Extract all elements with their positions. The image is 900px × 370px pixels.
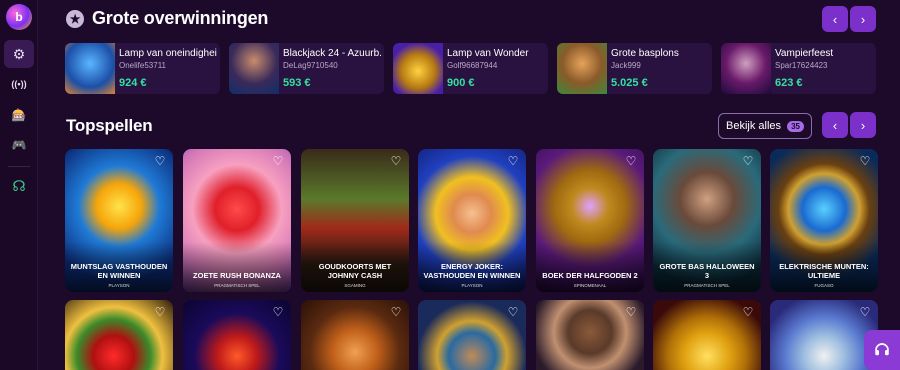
chevron-left-icon: ‹ <box>832 117 838 133</box>
game-tile[interactable]: ♡ <box>301 300 409 370</box>
win-username: Spar17624423 <box>775 61 828 70</box>
game-title: GROTE BAS HALLOWEEN 3 <box>659 262 755 280</box>
games-count-badge: 35 <box>787 120 804 132</box>
slot-machine-icon: 🎰 <box>11 108 27 122</box>
broadcast-icon: ((•)) <box>11 79 27 89</box>
big-wins-header: ★ Grote overwinningen <box>66 8 268 29</box>
win-card[interactable]: Grote basplons Jack999 5.025 € <box>557 43 712 94</box>
favorite-heart-icon[interactable]: ♡ <box>153 154 167 168</box>
game-title: ELEKTRISCHE MUNTEN: ULTIEME <box>779 262 869 280</box>
game-tile[interactable]: ♡ <box>536 300 644 370</box>
win-amount: 623 € <box>775 77 803 89</box>
game-tile[interactable]: ♡ <box>183 300 291 370</box>
wins-prev-button[interactable]: ‹ <box>822 6 848 32</box>
favorite-heart-icon[interactable]: ♡ <box>624 305 638 319</box>
game-title: MUNTSLAG VASTHOUDEN EN WINNEN <box>70 262 168 280</box>
view-all-button[interactable]: Bekijk alles 35 <box>718 113 812 139</box>
game-thumbnail <box>65 43 115 94</box>
game-tile[interactable]: ♡ ZOETE RUSH BONANZA PRAGMATISCH SPEL <box>183 149 291 292</box>
game-provider: PLAYSON <box>108 283 130 288</box>
support-nav-button[interactable]: ☊ <box>4 172 34 200</box>
game-title: ENERGY JOKER: VASTHOUDEN EN WINNEN <box>423 262 521 280</box>
game-tile[interactable]: ♡ <box>65 300 173 370</box>
win-card[interactable]: Lamp van oneindigheid Onelife53711 924 € <box>65 43 220 94</box>
favorite-heart-icon[interactable]: ♡ <box>271 305 285 319</box>
favorite-heart-icon[interactable]: ♡ <box>858 305 872 319</box>
game-thumbnail <box>229 43 279 94</box>
top-games-title: Topspellen <box>66 116 153 135</box>
favorite-heart-icon[interactable]: ♡ <box>741 305 755 319</box>
game-tile[interactable]: ♡ ENERGY JOKER: VASTHOUDEN EN WINNEN PLA… <box>418 149 526 292</box>
view-all-label: Bekijk alles <box>726 120 782 132</box>
live-support-button[interactable] <box>864 330 900 370</box>
win-amount: 593 € <box>283 77 311 89</box>
win-game-name: Lamp van oneindigheid <box>119 48 217 59</box>
game-tile[interactable]: ♡ ELEKTRISCHE MUNTEN: ULTIEME FUGASO <box>770 149 878 292</box>
win-amount: 5.025 € <box>611 77 648 89</box>
favorite-heart-icon[interactable]: ♡ <box>389 154 403 168</box>
favorite-heart-icon[interactable]: ♡ <box>389 305 403 319</box>
favorite-heart-icon[interactable]: ♡ <box>271 154 285 168</box>
win-game-name: Blackjack 24 - Azuurb... <box>283 48 381 59</box>
logo-text: b <box>15 10 23 24</box>
headset-icon <box>875 343 889 356</box>
settings-nav-button[interactable]: ⚙ <box>4 40 34 68</box>
win-username: Golf96687944 <box>447 61 498 70</box>
chevron-left-icon: ‹ <box>832 11 838 27</box>
favorite-heart-icon[interactable]: ♡ <box>741 154 755 168</box>
live-nav-button[interactable]: ((•)) <box>4 70 34 98</box>
game-provider: PRAGMATISCH SPEL <box>684 283 730 288</box>
sidebar-divider <box>8 166 30 167</box>
win-amount: 924 € <box>119 77 147 89</box>
game-thumbnail <box>557 43 607 94</box>
game-provider: FUGASO <box>814 283 834 288</box>
slots-nav-button[interactable]: 🎰 <box>4 101 34 129</box>
chevron-right-icon: › <box>860 117 866 133</box>
top-prev-button[interactable]: ‹ <box>822 112 848 138</box>
games-nav-button[interactable]: 🎮 <box>4 131 34 159</box>
gear-icon: ⚙ <box>12 45 26 62</box>
game-tile[interactable]: ♡ <box>418 300 526 370</box>
win-username: DeLag9710540 <box>283 61 338 70</box>
game-title: GOUDKOORTS MET JOHNNY CASH <box>318 262 392 280</box>
sidebar: b ⚙ ((•)) 🎰 🎮 ☊ <box>0 0 38 370</box>
game-tile[interactable]: ♡ <box>653 300 761 370</box>
win-card[interactable]: Vampierfeest Spar17624423 623 € <box>721 43 876 94</box>
game-title: ZOETE RUSH BONANZA <box>193 271 281 280</box>
win-amount: 900 € <box>447 77 475 89</box>
favorite-heart-icon[interactable]: ♡ <box>506 154 520 168</box>
game-tile[interactable]: ♡ MUNTSLAG VASTHOUDEN EN WINNEN PLAYSON <box>65 149 173 292</box>
favorite-heart-icon[interactable]: ♡ <box>153 305 167 319</box>
win-game-name: Vampierfeest <box>775 48 834 59</box>
win-game-name: Lamp van Wonder <box>447 48 529 59</box>
favorite-heart-icon[interactable]: ♡ <box>624 154 638 168</box>
game-tile[interactable]: ♡ <box>770 300 878 370</box>
game-provider: PLAYSON <box>461 283 483 288</box>
game-tile[interactable]: ♡ GROTE BAS HALLOWEEN 3 PRAGMATISCH SPEL <box>653 149 761 292</box>
win-username: Onelife53711 <box>119 61 166 70</box>
main-content: ★ Grote overwinningen ‹ › Lamp van onein… <box>38 0 900 370</box>
game-provider: SGAMING <box>344 283 366 288</box>
star-icon: ★ <box>66 9 84 28</box>
support-agent-icon: ☊ <box>12 178 26 195</box>
chevron-right-icon: › <box>860 11 866 27</box>
win-card[interactable]: Blackjack 24 - Azuurb... DeLag9710540 59… <box>229 43 384 94</box>
game-title: BOEK DER HALFGODEN 2 <box>542 271 638 280</box>
win-username: Jack999 <box>611 61 641 70</box>
big-wins-title: Grote overwinningen <box>92 8 269 28</box>
game-provider: SPINOMENAAL <box>573 283 607 288</box>
game-tile[interactable]: ♡ GOUDKOORTS MET JOHNNY CASH SGAMING <box>301 149 409 292</box>
favorite-heart-icon[interactable]: ♡ <box>858 154 872 168</box>
wins-next-button[interactable]: › <box>850 6 876 32</box>
game-provider: PRAGMATISCH SPEL <box>214 283 260 288</box>
gamepad-icon: 🎮 <box>11 138 27 152</box>
brand-logo[interactable]: b <box>6 4 32 30</box>
game-thumbnail <box>721 43 771 94</box>
win-game-name: Grote basplons <box>611 48 679 59</box>
favorite-heart-icon[interactable]: ♡ <box>506 305 520 319</box>
top-next-button[interactable]: › <box>850 112 876 138</box>
win-card[interactable]: Lamp van Wonder Golf96687944 900 € <box>393 43 548 94</box>
game-tile[interactable]: ♡ BOEK DER HALFGODEN 2 SPINOMENAAL <box>536 149 644 292</box>
game-thumbnail <box>393 43 443 94</box>
